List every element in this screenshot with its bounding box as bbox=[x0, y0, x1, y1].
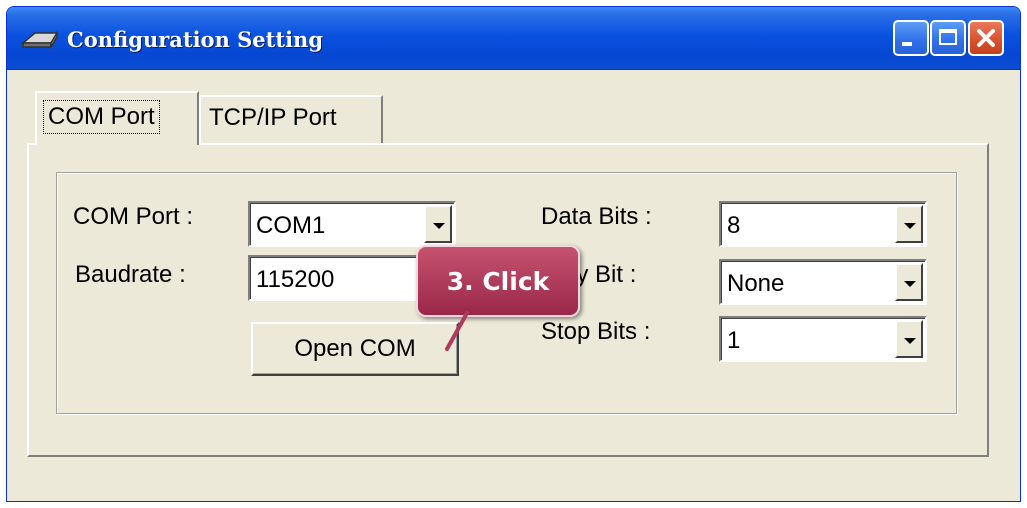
com-port-label: COM Port : bbox=[73, 203, 194, 230]
open-com-button[interactable]: Open COM bbox=[251, 322, 459, 376]
tab-tcp-ip-port[interactable]: TCP/IP Port bbox=[199, 95, 383, 145]
com-port-select[interactable]: COM1 bbox=[248, 201, 456, 247]
chevron-down-icon[interactable] bbox=[424, 205, 452, 243]
tab-com-port-label: COM Port bbox=[43, 100, 160, 134]
stop-bits-value: 1 bbox=[727, 327, 741, 354]
tab-com-port[interactable]: COM Port bbox=[35, 91, 199, 145]
annotation-label: 3. Click bbox=[446, 267, 550, 296]
tab-tcp-ip-port-label: TCP/IP Port bbox=[209, 104, 337, 131]
maximize-icon bbox=[939, 29, 957, 45]
chevron-down-icon[interactable] bbox=[895, 320, 923, 358]
title-bar[interactable]: Configuration Setting bbox=[7, 7, 1020, 70]
data-bits-value: 8 bbox=[727, 212, 741, 239]
minimize-button[interactable] bbox=[893, 20, 929, 56]
com-port-value: COM1 bbox=[256, 212, 326, 239]
baudrate-label: Baudrate : bbox=[75, 261, 186, 288]
configuration-window: Configuration Setting COM Port TCP/IP Po… bbox=[6, 6, 1021, 502]
stop-bits-label: Stop Bits : bbox=[541, 318, 651, 345]
chevron-down-icon[interactable] bbox=[895, 205, 923, 243]
data-bits-label: Data Bits : bbox=[541, 203, 652, 230]
maximize-button[interactable] bbox=[930, 20, 966, 56]
close-icon bbox=[977, 29, 995, 47]
parity-bit-select[interactable]: None bbox=[719, 259, 927, 305]
minimize-icon bbox=[902, 42, 912, 46]
data-bits-select[interactable]: 8 bbox=[719, 201, 927, 247]
chevron-down-icon[interactable] bbox=[895, 263, 923, 301]
parity-bit-value: None bbox=[727, 270, 785, 297]
window-title: Configuration Setting bbox=[67, 27, 323, 52]
app-icon bbox=[21, 30, 59, 49]
callout-pointer bbox=[445, 311, 469, 351]
stop-bits-select[interactable]: 1 bbox=[719, 316, 927, 362]
baudrate-value: 115200 bbox=[256, 266, 335, 293]
close-button[interactable] bbox=[968, 20, 1004, 56]
